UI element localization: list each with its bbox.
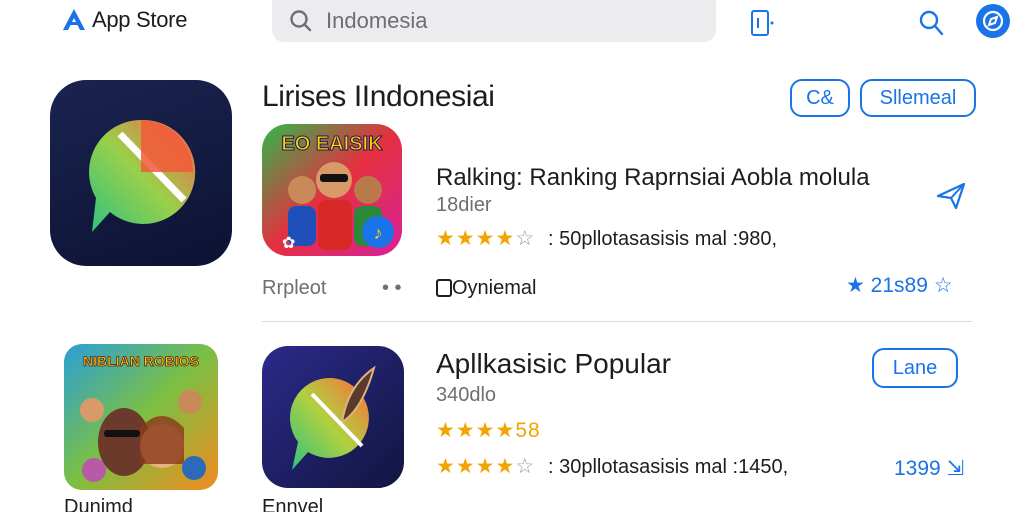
app1-count-value: 21s89: [870, 274, 928, 297]
search-button[interactable]: [914, 6, 948, 40]
app2-rating-text: : 30pllotasasisis mal :1450,: [548, 456, 789, 478]
star-rating-empty: ☆: [515, 455, 536, 478]
app2-get-button[interactable]: Lane: [872, 348, 958, 388]
star-rating-full: ★★★★: [436, 419, 516, 442]
star-icon: ★: [846, 274, 865, 297]
search-input[interactable]: [326, 8, 686, 34]
top-bar: App Store: [0, 0, 1024, 44]
app1-get-button[interactable]: [934, 178, 968, 212]
divider: [262, 321, 972, 322]
more-dots-icon[interactable]: • •: [382, 277, 402, 300]
svg-text:NIBLIAN ROBIOS: NIBLIAN ROBIOS: [83, 353, 199, 369]
account-button[interactable]: [976, 4, 1010, 38]
popular-section-title: Apllkasisic Popular: [436, 348, 671, 379]
share-button[interactable]: C&: [790, 79, 850, 117]
app2-subtitle: 340dlo: [436, 384, 497, 406]
app1-category: Oyniemal: [436, 277, 536, 300]
app1-rating-text: : 50pllotasasisis mal :980,: [548, 228, 778, 250]
chat-bubble-icon: [89, 119, 196, 232]
app1-category-label: Oyniemal: [452, 277, 537, 299]
svg-text:EO EAISIK: EO EAISIK: [281, 133, 383, 155]
poster-label: Dunimd: [64, 496, 133, 512]
app1-count: ★ 21s89 ☆: [846, 273, 953, 298]
app2-stars-partial: ★★★★58: [436, 418, 541, 443]
svg-text:♪: ♪: [374, 223, 383, 243]
app1-icon[interactable]: EO EAISIK ♪ ✿: [262, 124, 402, 256]
app2-count-value: 1399: [894, 457, 941, 480]
featured-footer-label: Rrpleot: [262, 277, 327, 299]
app-store-logo[interactable]: App Store: [60, 6, 187, 34]
see-all-button[interactable]: Sllemeal: [860, 79, 976, 117]
app1-subtitle: 18dier: [436, 194, 492, 216]
paper-plane-icon: [936, 182, 966, 210]
checkbox-icon[interactable]: [436, 279, 452, 297]
compass-icon: [982, 10, 1004, 32]
cartoon-characters-icon: EO EAISIK ♪ ✿: [262, 124, 402, 256]
featured-app-icon[interactable]: [50, 80, 232, 266]
star-outline-icon[interactable]: ☆: [934, 274, 953, 297]
svg-text:✿: ✿: [282, 235, 295, 252]
app2-stars: ★★★★☆: [436, 454, 535, 479]
search-icon: [290, 10, 312, 32]
star-rating-empty: ☆: [515, 227, 536, 250]
poster-icon[interactable]: NIBLIAN ROBIOS: [64, 344, 218, 490]
section-title: Lirises IIndonesiai: [262, 80, 495, 113]
cartoon-poster-icon: NIBLIAN ROBIOS: [64, 344, 218, 490]
send-icon[interactable]: ⇲: [947, 457, 965, 480]
device-button[interactable]: [744, 6, 778, 40]
app2-count: 1399 ⇲: [894, 456, 964, 481]
leaf-chat-icon: [262, 346, 404, 488]
store-name: App Store: [92, 7, 188, 32]
app2-icon-label: Ennvel: [262, 496, 324, 512]
app2-icon[interactable]: [262, 346, 404, 488]
star-rating-full: ★★★★: [436, 455, 516, 478]
star-rating-value: 58: [515, 419, 541, 442]
magnifier-icon: [919, 10, 944, 36]
app-store-icon: [63, 9, 85, 30]
tablet-icon: [751, 10, 774, 36]
app1-name[interactable]: Ralking: Ranking Raprnsiai Aobla molula: [436, 164, 870, 192]
app1-stars: ★★★★☆: [436, 226, 535, 251]
search-bar[interactable]: [272, 0, 716, 42]
star-rating-full: ★★★★: [436, 227, 516, 250]
